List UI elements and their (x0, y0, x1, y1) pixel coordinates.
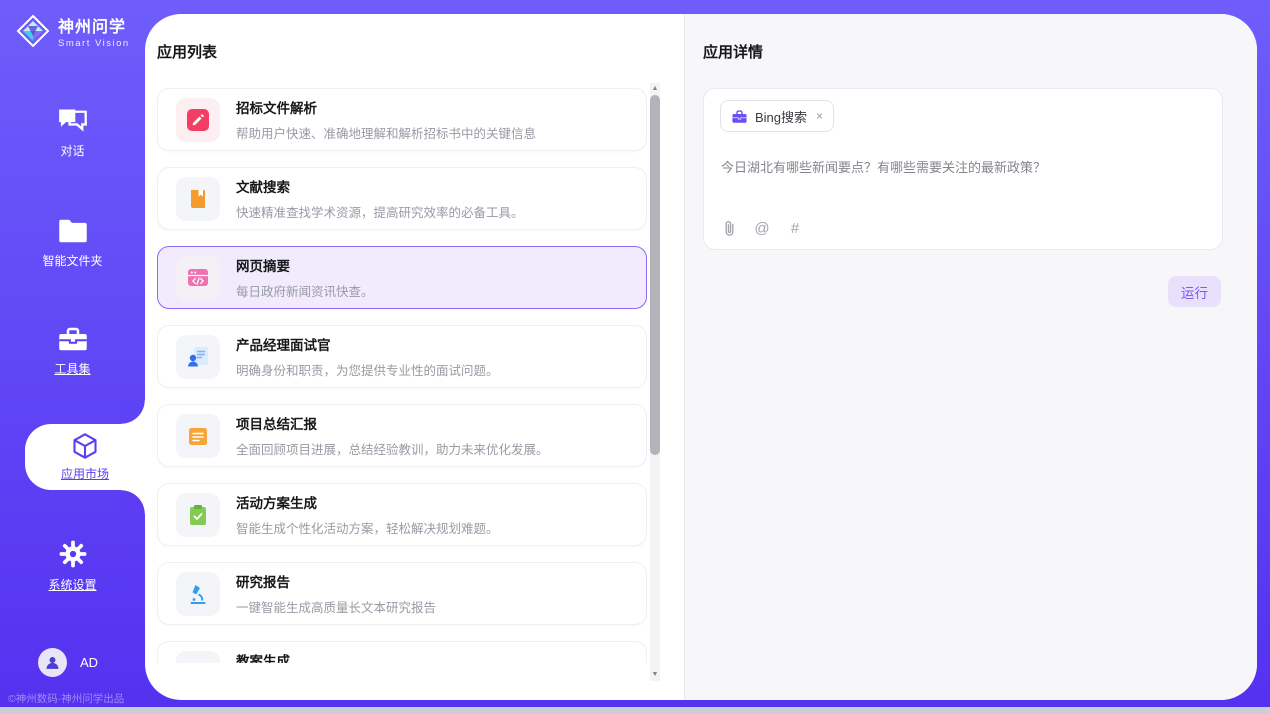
sidebar-item-app-market[interactable]: 应用市场 (25, 424, 145, 490)
close-icon[interactable]: × (816, 109, 823, 123)
brand-name: 神州问学 (58, 13, 130, 37)
list-item[interactable]: 教案生成 模板驱动，教案秒成，教学准备从此轻松快捷 (157, 641, 647, 663)
books-icon (176, 651, 220, 664)
brand-logo: 神州问学 Smart Vision (16, 13, 130, 49)
list-item-selected[interactable]: 网页摘要 每日政府新闻资讯快查。 (157, 246, 647, 309)
app-desc: 快速精准查找学术资源，提高研究效率的必备工具。 (236, 202, 524, 221)
prompt-input-card[interactable]: Bing搜索 × 今日湖北有哪些新闻要点？有哪些需要关注的最新政策？ @ # (703, 88, 1223, 250)
microscope-icon (176, 572, 220, 616)
app-detail-title: 应用详情 (703, 41, 1257, 62)
tool-tag-label: Bing搜索 (755, 107, 807, 126)
sidebar-item-settings[interactable]: 系统设置 (0, 540, 145, 593)
sidebar-item-chat[interactable]: 对话 (0, 108, 145, 159)
list-item[interactable]: 研究报告 一键智能生成高质量长文本研究报告 (157, 562, 647, 625)
sidebar: 神州问学 Smart Vision 对话 智能文件夹 工具集 (0, 0, 145, 714)
sidebar-item-label: 智能文件夹 (42, 252, 102, 269)
avatar (38, 648, 67, 677)
cube-icon (71, 432, 99, 460)
scroll-down-icon[interactable]: ▼ (650, 671, 660, 679)
query-text[interactable]: 今日湖北有哪些新闻要点？有哪些需要关注的最新政策？ (721, 157, 1206, 176)
edit-doc-icon (176, 98, 220, 142)
hash-icon[interactable]: # (786, 219, 804, 237)
list-item[interactable]: 招标文件解析 帮助用户快速、准确地理解和解析招标书中的关键信息 (157, 88, 647, 151)
app-name: 项目总结汇报 (236, 413, 549, 433)
brand-subtitle: Smart Vision (58, 38, 130, 49)
chat-icon (58, 108, 88, 134)
at-icon[interactable]: @ (753, 219, 771, 237)
sidebar-item-toolset[interactable]: 工具集 (0, 326, 145, 377)
sidebar-item-label: 应用市场 (61, 465, 109, 482)
copyright-footer: ©神州数码·神州问学出品 (8, 691, 124, 706)
sidebar-item-smart-folder[interactable]: 智能文件夹 (0, 218, 145, 269)
briefcase-icon (731, 109, 748, 124)
run-row: 运行 (685, 276, 1257, 307)
app-name: 研究报告 (236, 571, 436, 591)
sidebar-item-label: 系统设置 (48, 576, 96, 593)
list-item[interactable]: 项目总结汇报 全面回顾项目进展，总结经验教训，助力未来优化发展。 (157, 404, 647, 467)
run-button[interactable]: 运行 (1168, 276, 1221, 307)
app-name: 教案生成 (236, 650, 486, 663)
app-desc: 每日政府新闻资讯快查。 (236, 281, 374, 300)
app-desc: 智能生成个性化活动方案，轻松解决规划难题。 (236, 518, 499, 537)
app-name: 产品经理面试官 (236, 334, 499, 354)
main-content: 应用列表 招标文件解析 帮助用户快速、准确地理解和解析招标书中的关键信息 (145, 14, 1257, 700)
scrollbar-thumb[interactable] (650, 95, 660, 455)
input-toolbar: @ # (720, 219, 804, 237)
sidebar-item-label: 工具集 (54, 360, 90, 377)
app-list-title: 应用列表 (157, 41, 684, 62)
diamond-logo-icon (16, 14, 50, 48)
user-account[interactable]: AD (38, 648, 98, 677)
interviewer-icon (176, 335, 220, 379)
tool-tag-bing-search[interactable]: Bing搜索 × (720, 100, 834, 132)
app-list-panel: 应用列表 招标文件解析 帮助用户快速、准确地理解和解析招标书中的关键信息 (145, 14, 684, 700)
sidebar-item-label: 对话 (60, 142, 84, 159)
clipboard-icon (176, 493, 220, 537)
app-desc: 明确身份和职责，为您提供专业性的面试问题。 (236, 360, 499, 379)
app-detail-panel: 应用详情 Bing搜索 × 今日湖北有哪些新闻要点？有哪些需要关注的最新政策？ (684, 14, 1257, 700)
folder-icon (58, 218, 88, 244)
scroll-up-icon[interactable]: ▲ (650, 85, 660, 93)
list-scrollbar[interactable]: ▲ ▼ (650, 83, 660, 681)
paperclip-icon[interactable] (720, 219, 738, 237)
web-code-icon (176, 256, 220, 300)
note-icon (176, 414, 220, 458)
toolbox-icon (58, 326, 88, 352)
list-item[interactable]: 产品经理面试官 明确身份和职责，为您提供专业性的面试问题。 (157, 325, 647, 388)
gear-icon (59, 540, 87, 568)
app-list: 招标文件解析 帮助用户快速、准确地理解和解析招标书中的关键信息 文献搜索 快速精… (157, 88, 647, 663)
list-item[interactable]: 活动方案生成 智能生成个性化活动方案，轻松解决规划难题。 (157, 483, 647, 546)
app-name: 文献搜索 (236, 176, 524, 196)
app-name: 招标文件解析 (236, 97, 536, 117)
app-name: 活动方案生成 (236, 492, 499, 512)
book-icon (176, 177, 220, 221)
app-name: 网页摘要 (236, 255, 374, 275)
app-desc: 一键智能生成高质量长文本研究报告 (236, 597, 436, 616)
user-initials: AD (80, 655, 98, 670)
page-bottom-edge (0, 707, 1270, 714)
list-item[interactable]: 文献搜索 快速精准查找学术资源，提高研究效率的必备工具。 (157, 167, 647, 230)
app-desc: 帮助用户快速、准确地理解和解析招标书中的关键信息 (236, 123, 536, 142)
app-desc: 全面回顾项目进展，总结经验教训，助力未来优化发展。 (236, 439, 549, 458)
